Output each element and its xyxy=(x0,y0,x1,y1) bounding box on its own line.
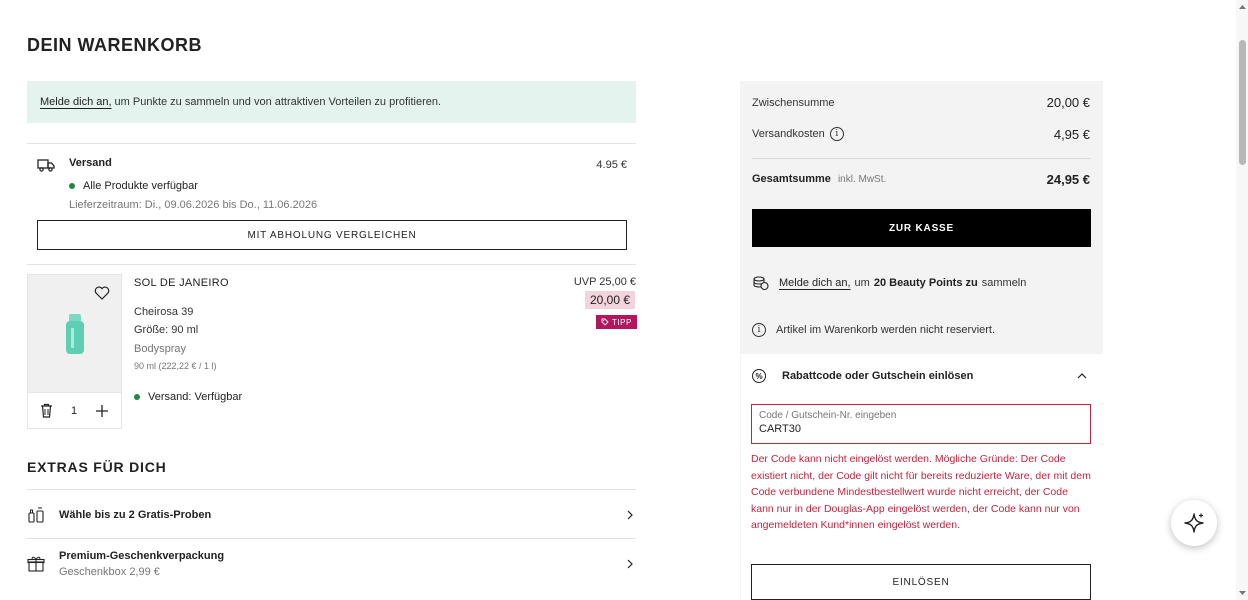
product-price: 20,00 € xyxy=(585,291,635,309)
points-text-post: sammeln xyxy=(981,277,1027,289)
subtotal-label: Zwischensumme xyxy=(752,97,835,109)
subtotal-value: 20,00 € xyxy=(1046,95,1090,110)
divider xyxy=(27,538,636,539)
extra-item-gift-wrap[interactable]: Premium-Geschenkverpackung Geschenkbox 2… xyxy=(27,545,636,583)
chevron-up-icon xyxy=(1077,373,1087,379)
voucher-toggle[interactable]: % Rabattcode oder Gutschein einlösen xyxy=(752,369,1091,383)
total-label-text: Gesamtsumme xyxy=(752,173,831,185)
extra-item-samples[interactable]: Wähle bis zu 2 Gratis-Proben xyxy=(27,500,636,530)
compare-pickup-button[interactable]: MIT ABHOLUNG VERGLEICHEN xyxy=(37,220,627,250)
bodyspray-bottle-icon xyxy=(65,313,84,354)
reserve-note-text: Artikel im Warenkorb werden nicht reserv… xyxy=(776,324,996,336)
product-size: Größe: 90 ml xyxy=(134,324,199,336)
extra-item-title: Wähle bis zu 2 Gratis-Proben xyxy=(59,509,212,521)
plus-icon[interactable] xyxy=(95,404,109,418)
available-dot-icon xyxy=(69,183,75,189)
delivery-period: Lieferzeitraum: Di., 09.06.2026 bis Do.,… xyxy=(69,199,318,211)
page-title: DEIN WARENKORB xyxy=(27,35,203,55)
scrollbar-thumb[interactable] xyxy=(1239,40,1246,165)
product-uvp: UVP 25,00 € xyxy=(573,276,636,288)
sparkle-icon xyxy=(1184,513,1204,533)
login-banner-text: um Punkte zu sammeln und von attraktiven… xyxy=(114,96,442,108)
redeem-button[interactable]: EINLÖSEN xyxy=(751,564,1091,600)
scroll-down-arrow-icon[interactable] xyxy=(1238,590,1247,596)
login-banner: Melde dich an, um Punkte zu sammeln und … xyxy=(27,81,636,123)
availability-text: Alle Produkte verfügbar xyxy=(83,180,198,192)
product-base-price: 90 ml (222,22 € / 1 l) xyxy=(134,361,217,371)
total-vat-note: inkl. MwSt. xyxy=(837,174,887,185)
extra-item-title: Premium-Geschenkverpackung xyxy=(59,550,225,562)
checkout-button[interactable]: ZUR KASSE xyxy=(752,209,1091,247)
total-value: 24,95 € xyxy=(1046,172,1090,187)
voucher-code-field[interactable]: Code / Gutschein-Nr. eingeben xyxy=(751,404,1091,444)
availability-status: Alle Produkte verfügbar xyxy=(69,180,198,192)
divider xyxy=(27,143,636,144)
tag-icon xyxy=(601,318,609,326)
chevron-right-icon xyxy=(627,510,633,520)
shipping-cost-value: 4,95 € xyxy=(1053,127,1090,142)
samples-icon xyxy=(28,507,44,523)
info-icon[interactable]: i xyxy=(829,127,844,141)
shipping-cost-row: Versandkosten i xyxy=(752,127,844,141)
trash-icon[interactable] xyxy=(40,403,53,418)
points-text-bold: 20 Beauty Points zu xyxy=(873,277,978,289)
divider xyxy=(27,264,636,265)
quantity-value: 1 xyxy=(70,404,78,417)
reserve-note-row: i Artikel im Warenkorb werden nicht rese… xyxy=(752,323,995,337)
percent-icon: % xyxy=(752,369,766,383)
total-label: Gesamtsumme inkl. MwSt. xyxy=(752,173,886,185)
voucher-title: Rabattcode oder Gutschein einlösen xyxy=(782,370,974,382)
heart-icon[interactable] xyxy=(94,286,110,300)
extras-title: EXTRAS FÜR DICH xyxy=(27,459,167,475)
tipp-badge: TIPP xyxy=(596,315,637,329)
voucher-code-input[interactable] xyxy=(759,423,1083,435)
info-icon: i xyxy=(752,323,766,337)
divider xyxy=(27,489,636,490)
product-shipping-text: Versand: Verfügbar xyxy=(148,391,243,403)
quantity-stepper: 1 xyxy=(28,392,121,428)
voucher-field-label: Code / Gutschein-Nr. eingeben xyxy=(759,410,897,421)
tipp-badge-label: TIPP xyxy=(612,317,632,327)
points-login-link[interactable]: Melde dich an, xyxy=(779,277,851,289)
product-name[interactable]: Cheirosa 39 xyxy=(134,306,193,318)
summary-divider xyxy=(752,158,1091,159)
points-text-pre: um xyxy=(854,277,870,289)
assistant-button[interactable] xyxy=(1171,500,1217,546)
shipping-title: Versand xyxy=(69,157,112,169)
truck-icon xyxy=(37,159,55,172)
product-brand[interactable]: SOL DE JANEIRO xyxy=(134,277,229,289)
shipping-cost-label: Versandkosten xyxy=(752,128,825,140)
chevron-right-icon xyxy=(627,559,633,569)
coins-icon xyxy=(753,276,769,291)
extra-item-subtitle: Geschenkbox 2,99 € xyxy=(59,566,160,578)
shipping-price: 4.95 € xyxy=(596,159,627,171)
product-type: Bodyspray xyxy=(134,343,186,355)
gift-icon xyxy=(27,556,45,572)
scroll-up-arrow-icon[interactable] xyxy=(1238,4,1247,10)
beauty-points-row: Melde dich an, um 20 Beauty Points zu sa… xyxy=(752,275,1026,291)
product-shipping-status: Versand: Verfügbar xyxy=(134,391,242,403)
voucher-error-message: Der Code kann nicht eingelöst werden. Mö… xyxy=(751,453,1091,531)
login-link[interactable]: Melde dich an, xyxy=(40,96,112,108)
available-dot-icon xyxy=(134,394,140,400)
